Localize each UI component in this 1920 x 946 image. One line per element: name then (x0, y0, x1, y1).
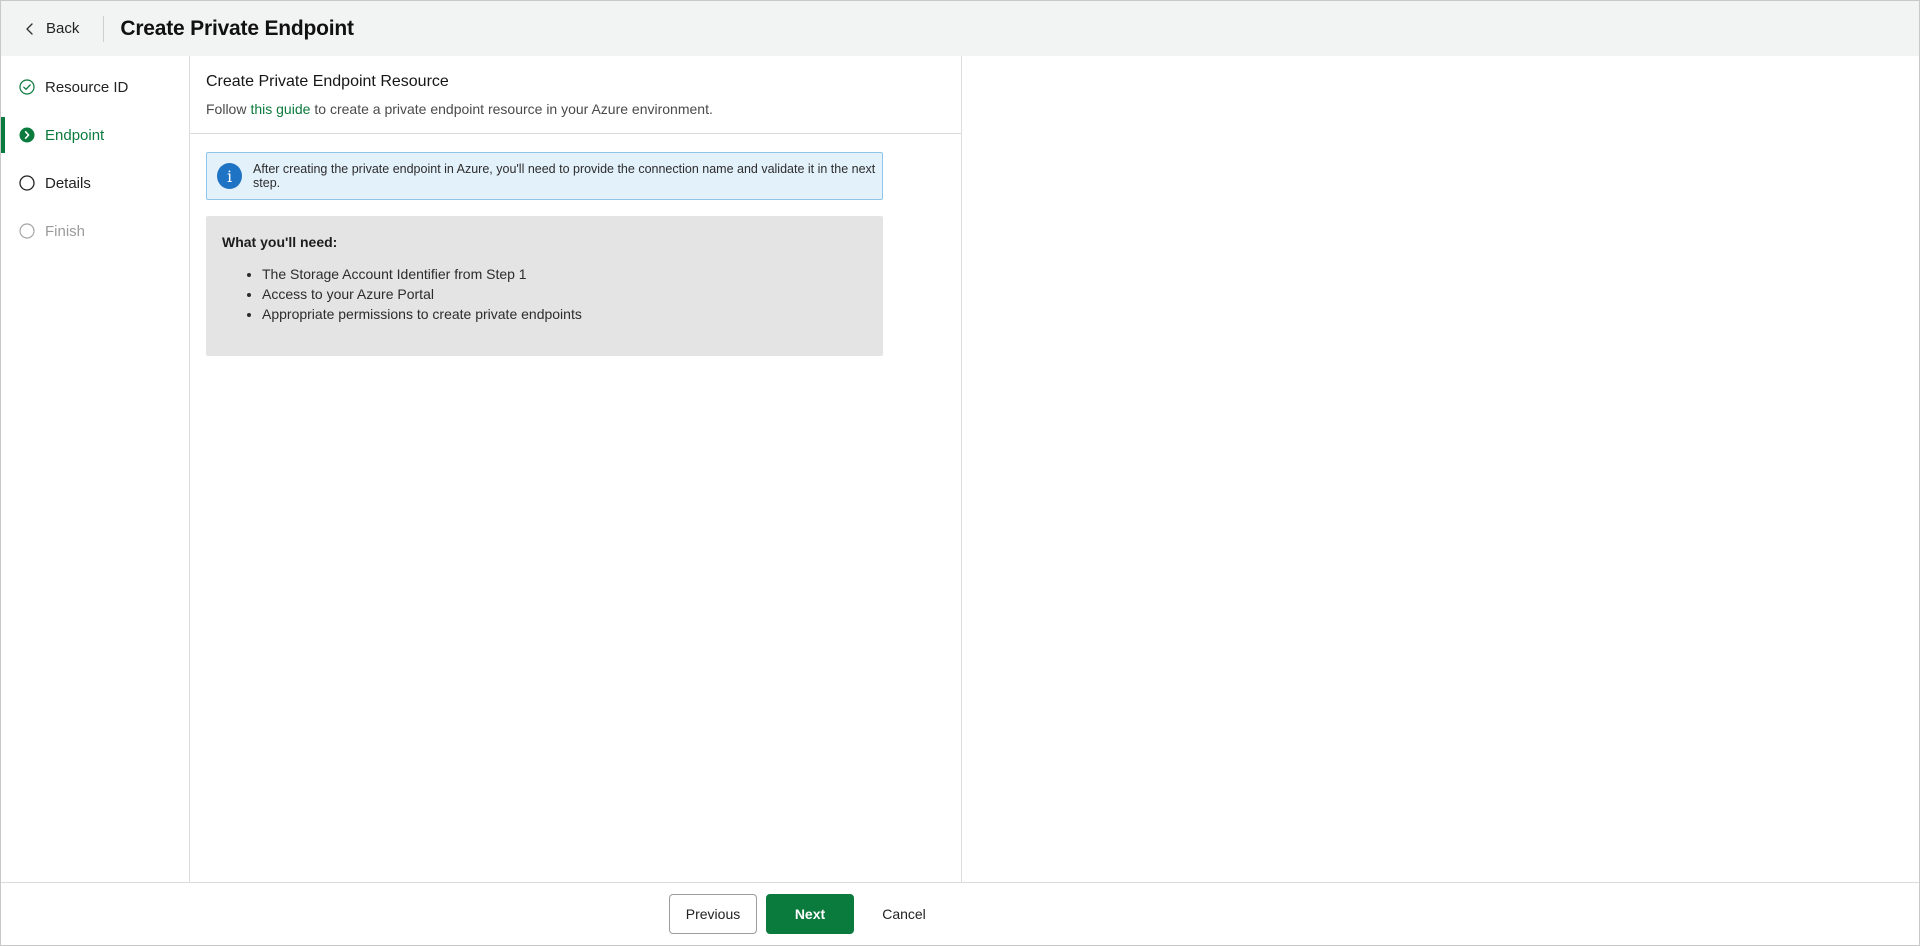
guide-link[interactable]: this guide (250, 101, 310, 117)
requirements-box: What you'll need: The Storage Account Id… (206, 216, 883, 356)
footer-bar: Previous Next Cancel (1, 882, 1919, 945)
list-item: The Storage Account Identifier from Step… (262, 264, 867, 284)
step-finish: Finish (1, 207, 189, 255)
step-label: Resource ID (45, 78, 129, 96)
list-item: Appropriate permissions to create privat… (262, 304, 867, 324)
subtitle-prefix: Follow (206, 101, 247, 117)
requirements-title: What you'll need: (222, 234, 338, 250)
next-button[interactable]: Next (766, 894, 854, 934)
section-title: Create Private Endpoint Resource (206, 73, 449, 90)
section-subtitle: Follow this guide to create a private endp… (206, 101, 945, 117)
header-bar: Back Create Private Endpoint (1, 1, 1919, 56)
step-details[interactable]: Details (1, 159, 189, 207)
right-empty-panel (962, 56, 1919, 882)
list-item: Access to your Azure Portal (262, 284, 867, 304)
info-banner: i After creating the private endpoint in… (206, 152, 883, 200)
back-button[interactable]: Back (1, 1, 103, 56)
section-header: Create Private Endpoint Resource Follow t… (190, 56, 961, 134)
info-text: After creating the private endpoint in A… (253, 162, 876, 190)
info-icon: i (217, 163, 243, 189)
step-resource-id[interactable]: Resource ID (1, 63, 189, 111)
empty-circle-icon (19, 175, 35, 191)
step-label: Finish (45, 222, 86, 240)
empty-circle-icon (19, 223, 35, 239)
chevron-circle-icon (19, 127, 35, 143)
requirements-list: The Storage Account Identifier from Step… (222, 264, 867, 324)
step-label: Details (45, 174, 91, 192)
step-label: Endpoint (45, 126, 105, 144)
previous-button[interactable]: Previous (669, 894, 757, 934)
cancel-button[interactable]: Cancel (869, 894, 939, 934)
page-title: Create Private Endpoint (120, 16, 354, 40)
back-label: Back (46, 20, 80, 37)
chevron-left-icon (26, 22, 33, 35)
wizard-steps-sidebar: Resource ID Endpoint Details Finish (1, 56, 190, 882)
check-circle-icon (19, 79, 35, 95)
main-panel: Create Private Endpoint Resource Follow t… (190, 56, 962, 882)
header-divider (103, 15, 105, 42)
step-endpoint[interactable]: Endpoint (1, 111, 189, 159)
subtitle-suffix: to create a private endpoint resource in… (314, 101, 713, 117)
